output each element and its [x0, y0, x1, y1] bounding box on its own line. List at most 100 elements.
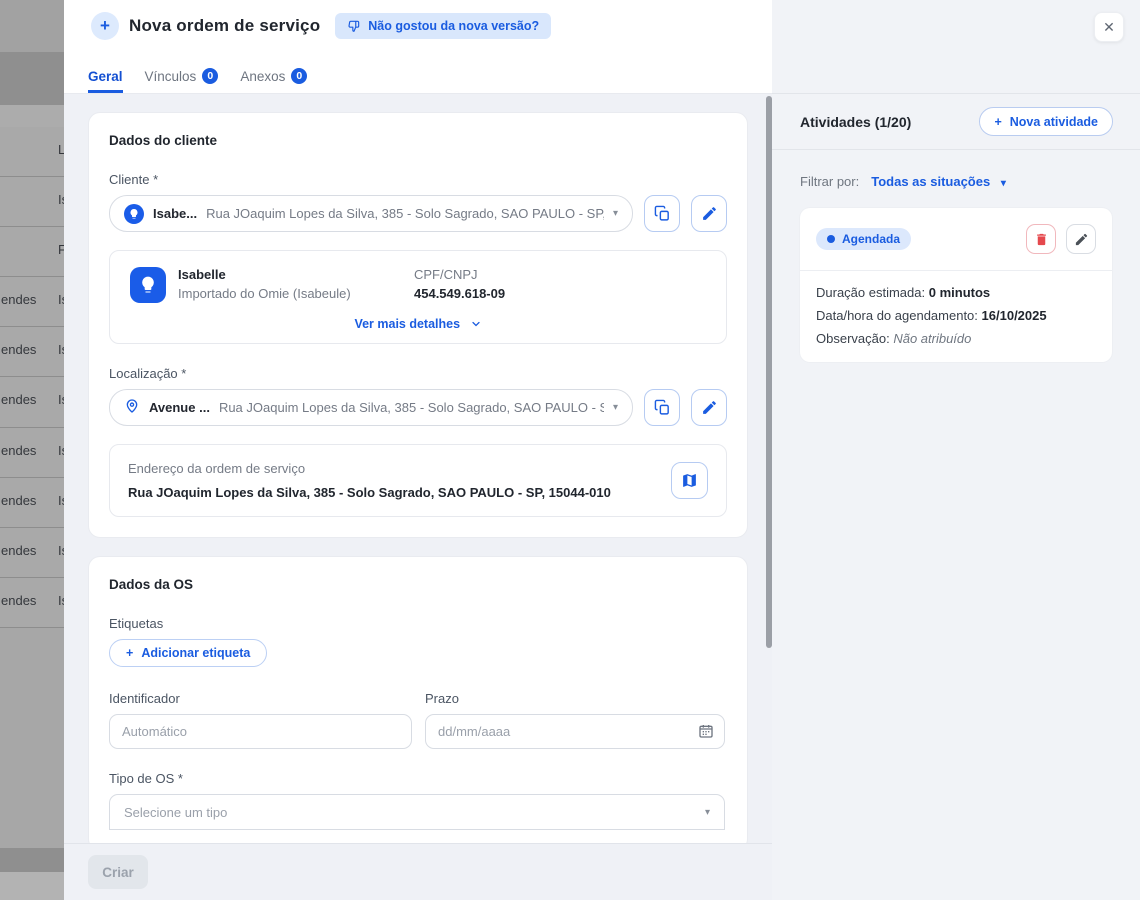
- client-card-title: Dados do cliente: [109, 133, 218, 148]
- background-toolbar-band: [0, 0, 64, 52]
- duration-value: 0 minutos: [928, 285, 991, 300]
- page-title: Nova ordem de serviço: [129, 16, 321, 35]
- pencil-icon: [1075, 233, 1087, 245]
- plus-icon: +: [994, 114, 1002, 129]
- row-text-fragment: endes: [1, 442, 37, 458]
- datetime-value: 16/10/2025: [981, 308, 1047, 323]
- chevron-down-icon: ▾: [612, 402, 618, 413]
- client-select-name: Isabe...: [153, 206, 198, 221]
- pencil-icon: [702, 207, 716, 220]
- deadline-input[interactable]: [425, 714, 725, 749]
- map-icon: [683, 474, 696, 487]
- new-activity-button[interactable]: + Nova atividade: [979, 107, 1113, 136]
- address-label: Endereço da ordem de serviço: [128, 461, 306, 476]
- modal-main-column: + Nova ordem de serviço Não gostou da no…: [64, 0, 772, 900]
- tab-vinculos[interactable]: Vínculos 0: [145, 68, 219, 93]
- plus-icon: +: [126, 646, 134, 660]
- row-text-fragment: endes: [1, 342, 37, 358]
- activity-card-header: Agendada: [800, 208, 1112, 271]
- plus-icon: +: [91, 12, 119, 40]
- modal-scroll-content[interactable]: Dados do cliente Cliente * Isabe... Rua …: [64, 94, 772, 843]
- note-line: Observação: Não atribuído: [816, 331, 972, 346]
- row-text-fragment: endes: [1, 292, 37, 308]
- dimmed-background-table: LIsFendesIsendesIsendesIsendesIsendesIse…: [0, 0, 64, 900]
- chevron-down-icon: ▾: [704, 806, 710, 818]
- create-button[interactable]: Criar: [88, 855, 148, 889]
- pencil-icon: [702, 401, 716, 414]
- location-select-row: Avenue ... Rua JOaquim Lopes da Silva, 3…: [109, 389, 727, 426]
- edit-client-button[interactable]: [691, 195, 727, 232]
- activities-filter-row: Filtrar por: Todas as situações ▾: [772, 150, 1140, 189]
- os-type-placeholder: Selecione um tipo: [124, 804, 228, 820]
- activity-card-body: Duração estimada: 0 minutos Data/hora do…: [800, 271, 1112, 362]
- see-more-link[interactable]: Ver mais detalhes: [130, 317, 706, 331]
- identifier-input[interactable]: [109, 714, 412, 749]
- anexos-count-badge: 0: [291, 68, 308, 84]
- chevron-down-icon: ▾: [612, 208, 618, 219]
- background-table-row: endesIs: [0, 477, 64, 528]
- location-select[interactable]: Avenue ... Rua JOaquim Lopes da Silva, 3…: [109, 389, 633, 426]
- client-name-block: Isabelle Importado do Omie (Isabeule): [178, 267, 351, 303]
- feedback-label: Não gostou da nova versão?: [368, 19, 540, 33]
- os-type-label: Tipo de OS *: [109, 771, 183, 786]
- tags-label: Etiquetas: [109, 616, 164, 631]
- client-badge-icon: [130, 267, 166, 303]
- os-data-card: Dados da OS Etiquetas + Adicionar etique…: [88, 556, 748, 843]
- client-select[interactable]: Isabe... Rua JOaquim Lopes da Silva, 385…: [109, 195, 633, 232]
- edit-location-button[interactable]: [691, 389, 727, 426]
- client-info-top: Isabelle Importado do Omie (Isabeule) CP…: [130, 267, 706, 303]
- tab-anexos[interactable]: Anexos 0: [240, 68, 308, 93]
- modal-footer: Criar: [64, 843, 772, 900]
- modal-header: + Nova ordem de serviço Não gostou da no…: [64, 0, 772, 94]
- delete-activity-button[interactable]: [1026, 224, 1056, 254]
- client-select-address: Rua JOaquim Lopes da Silva, 385 - Solo S…: [206, 206, 604, 221]
- background-table-row: endesIs: [0, 327, 64, 378]
- activities-header: Atividades (1/20) + Nova atividade: [772, 94, 1140, 150]
- background-header-band: [0, 52, 64, 105]
- status-badge: Agendada: [816, 228, 912, 250]
- location-select-name: Avenue ...: [149, 400, 210, 415]
- row-text-fragment: endes: [1, 392, 37, 408]
- background-subheader-band: [0, 105, 64, 127]
- app-root: LIsFendesIsendesIsendesIsendesIsendesIse…: [0, 0, 1140, 900]
- activities-panel: Atividades (1/20) + Nova atividade Filtr…: [772, 0, 1140, 900]
- client-name: Isabelle: [178, 267, 226, 282]
- copy-client-button[interactable]: [644, 195, 680, 232]
- location-field-label: Localização *: [109, 366, 187, 381]
- calendar-icon[interactable]: [698, 723, 714, 739]
- thumbs-down-icon: [348, 20, 360, 32]
- background-table-row: endesIs: [0, 377, 64, 428]
- note-value: Não atribuído: [893, 331, 972, 346]
- deadline-field-group: Prazo: [425, 691, 725, 749]
- filter-label: Filtrar por:: [800, 174, 860, 189]
- chevron-down-icon: ▾: [1000, 178, 1006, 189]
- copy-location-button[interactable]: [644, 389, 680, 426]
- feedback-banner[interactable]: Não gostou da nova versão?: [335, 13, 552, 39]
- tab-geral[interactable]: Geral: [88, 68, 123, 93]
- close-modal-button[interactable]: ✕: [1094, 12, 1124, 42]
- open-map-button[interactable]: [671, 462, 708, 499]
- location-select-address: Rua JOaquim Lopes da Silva, 385 - Solo S…: [218, 400, 604, 415]
- background-table-row: endesIs: [0, 277, 64, 328]
- edit-activity-button[interactable]: [1066, 224, 1096, 254]
- activity-actions: [1026, 224, 1096, 254]
- client-doc-label: CPF/CNPJ: [414, 267, 478, 282]
- activity-card: Agendada Duração estimada: 0 minutos Dat…: [800, 208, 1112, 362]
- copy-icon: [654, 399, 669, 415]
- client-select-row: Isabe... Rua JOaquim Lopes da Silva, 385…: [109, 195, 727, 232]
- filter-status-dropdown[interactable]: Todas as situações ▾: [871, 174, 1006, 189]
- add-tag-button[interactable]: + Adicionar etiqueta: [109, 639, 268, 667]
- row-text-fragment: endes: [1, 542, 37, 558]
- background-pagination-band: [0, 872, 64, 900]
- identifier-deadline-row: Identificador Prazo: [109, 691, 727, 749]
- client-avatar-icon: [124, 203, 144, 224]
- os-type-select[interactable]: Selecione um tipo ▾: [109, 794, 725, 830]
- service-order-address-card: Endereço da ordem de serviço Rua JOaquim…: [109, 444, 727, 517]
- lightbulb-icon: [142, 276, 154, 293]
- modal-header-top: + Nova ordem de serviço Não gostou da no…: [64, 0, 772, 40]
- chevron-down-icon: [471, 321, 480, 327]
- client-origin: Importado do Omie (Isabeule): [178, 286, 351, 301]
- background-table-row: endesIs: [0, 427, 64, 478]
- tab-bar: Geral Vínculos 0 Anexos 0: [88, 68, 308, 93]
- backdrop-rows: LIsFendesIsendesIsendesIsendesIsendesIse…: [0, 127, 64, 628]
